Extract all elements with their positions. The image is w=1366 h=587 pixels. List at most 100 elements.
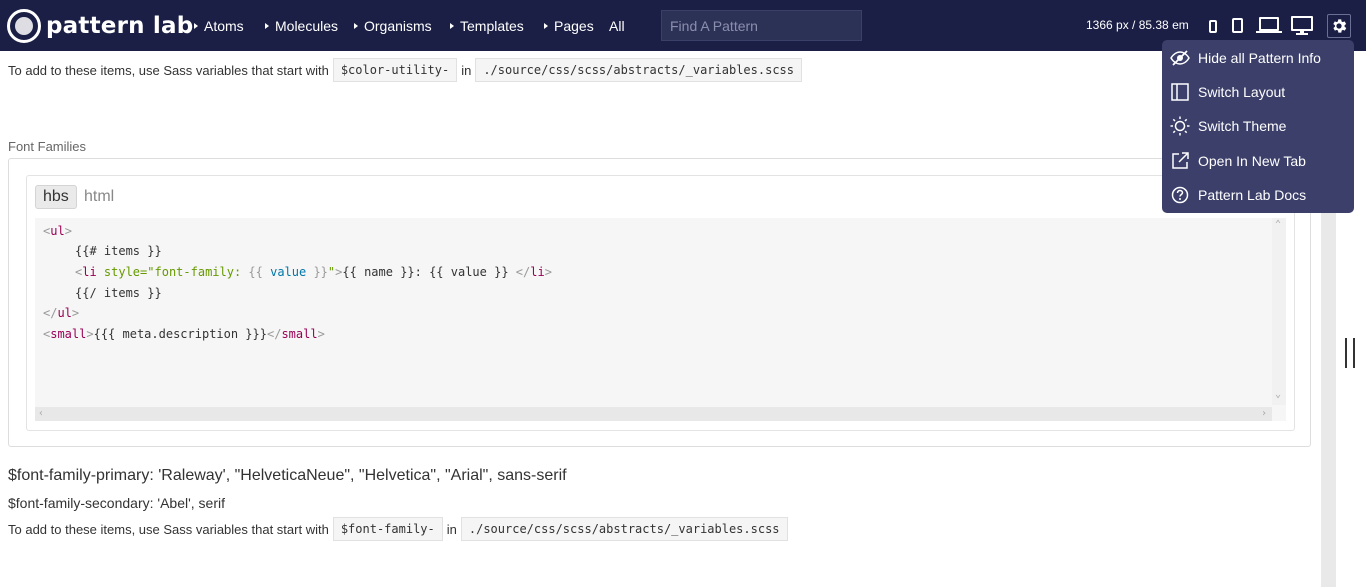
external-link-icon xyxy=(1170,151,1190,171)
help-icon xyxy=(1170,185,1190,205)
nav-all[interactable]: All xyxy=(609,18,625,34)
resize-handle-icon[interactable] xyxy=(1345,338,1357,368)
note-in: in xyxy=(461,62,472,78)
menu-item-open-new-tab[interactable]: Open In New Tab xyxy=(1170,150,1306,172)
nav-organisms[interactable]: Organisms xyxy=(354,18,432,34)
code-token: > xyxy=(64,224,72,238)
nav-templates[interactable]: Templates xyxy=(450,18,524,34)
menu-item-label: Switch Theme xyxy=(1198,118,1287,134)
code-token: </ xyxy=(43,306,58,320)
menu-item-switch-layout[interactable]: Switch Layout xyxy=(1170,81,1285,103)
font-family-secondary: $font-family-secondary: 'Abel', serif xyxy=(8,495,225,511)
monitor-foot xyxy=(1296,33,1308,35)
code-line: {{# items }} xyxy=(75,243,162,259)
code-token: > xyxy=(71,306,80,320)
settings-dropdown: Hide all Pattern Info Switch Layout Swit… xyxy=(1162,40,1354,213)
nav-molecules[interactable]: Molecules xyxy=(265,18,338,34)
nav-pages[interactable]: Pages xyxy=(544,18,594,34)
code-token: small xyxy=(281,327,318,341)
nav-label: Organisms xyxy=(364,18,432,34)
code-token: {{{ meta.description }}} xyxy=(93,327,267,341)
menu-item-label: Hide all Pattern Info xyxy=(1198,50,1321,66)
code-token: }} xyxy=(306,265,328,279)
eye-slash-icon xyxy=(1170,48,1190,68)
logo-text: pattern lab xyxy=(46,13,194,39)
monitor-icon[interactable] xyxy=(1291,16,1313,31)
nav-label: Molecules xyxy=(275,18,339,34)
horizontal-scrollbar[interactable]: ‹ › xyxy=(35,407,1272,421)
scroll-right-icon[interactable]: › xyxy=(1261,409,1267,419)
tab-hbs[interactable]: hbs xyxy=(35,185,77,209)
code-token: > xyxy=(317,327,325,341)
caret-right-icon xyxy=(544,23,548,29)
pattern-lab-logo[interactable]: pattern lab xyxy=(7,9,193,43)
font-family-primary: $font-family-primary: 'Raleway', "Helvet… xyxy=(8,467,567,484)
code-token: "font-family: xyxy=(147,265,249,279)
pattern-code-panel: hbs html <ul> {{# items }} <li style="fo… xyxy=(8,158,1311,447)
code-line: </ul> xyxy=(43,305,79,321)
nav-label: Atoms xyxy=(204,18,244,34)
menu-item-switch-theme[interactable]: Switch Theme xyxy=(1170,115,1286,137)
sass-path-code: ./source/css/scss/abstracts/_variables.s… xyxy=(460,517,788,541)
caret-right-icon xyxy=(194,23,198,29)
menu-item-hide-pattern-info[interactable]: Hide all Pattern Info xyxy=(1170,47,1321,69)
note-in: in xyxy=(446,521,457,537)
phone-small-icon[interactable] xyxy=(1209,20,1217,33)
font-family-note: To add to these items, use Sass variable… xyxy=(8,517,792,541)
sass-variable-code: $color-utility- xyxy=(332,58,458,82)
code-token: style= xyxy=(96,265,148,279)
vertical-scrollbar[interactable]: ⌃ ⌄ xyxy=(1272,218,1286,405)
code-token: ul xyxy=(57,306,72,320)
code-line: <li style="font-family: {{ value }}">{{ … xyxy=(75,264,552,280)
menu-item-pattern-lab-docs[interactable]: Pattern Lab Docs xyxy=(1170,184,1306,206)
logo-circle-icon xyxy=(7,9,41,43)
gear-icon xyxy=(1333,19,1347,33)
nav-atoms[interactable]: Atoms xyxy=(194,18,244,34)
code-token: ul xyxy=(50,224,65,238)
tab-html[interactable]: html xyxy=(84,185,114,209)
code-viewer: hbs html <ul> {{# items }} <li style="fo… xyxy=(26,175,1295,431)
code-token: small xyxy=(50,327,87,341)
viewport-size-readout[interactable]: 1366 px / 85.38 em xyxy=(1086,18,1189,32)
settings-button[interactable] xyxy=(1327,14,1351,38)
caret-right-icon xyxy=(265,23,269,29)
menu-item-label: Pattern Lab Docs xyxy=(1198,187,1307,203)
color-utility-note: To add to these items, use Sass variable… xyxy=(8,58,806,82)
caret-right-icon xyxy=(450,23,454,29)
nav-label: Templates xyxy=(460,18,524,34)
code-token: {{# items }} xyxy=(75,244,162,258)
scroll-left-icon[interactable]: ‹ xyxy=(38,409,44,419)
search-input[interactable] xyxy=(661,10,862,41)
code-token: {{ name }}: {{ value }} xyxy=(342,265,516,279)
code-line: {{/ items }} xyxy=(75,285,162,301)
code-token: {{ xyxy=(248,265,271,279)
phone-large-icon[interactable] xyxy=(1232,18,1243,33)
code-block[interactable]: <ul> {{# items }} <li style="font-family… xyxy=(35,218,1286,421)
font-families-heading: Font Families xyxy=(8,139,87,154)
code-token: value xyxy=(270,265,307,279)
code-token: > xyxy=(86,327,94,341)
sass-variable-code: $font-family- xyxy=(332,517,443,541)
nav-label: Pages xyxy=(554,18,594,34)
laptop-base xyxy=(1256,31,1282,33)
nav-label: All xyxy=(609,18,625,34)
code-token: </ xyxy=(266,327,282,341)
menu-item-label: Switch Layout xyxy=(1198,84,1286,100)
caret-right-icon xyxy=(354,23,358,29)
code-token: {{/ items }} xyxy=(75,286,162,300)
code-token: li xyxy=(82,265,97,279)
sass-path-code: ./source/css/scss/abstracts/_variables.s… xyxy=(475,58,802,82)
menu-item-label: Open In New Tab xyxy=(1198,153,1306,169)
code-line: <ul> xyxy=(43,223,72,239)
code-token: li xyxy=(530,265,545,279)
note-text: To add to these items, use Sass variable… xyxy=(8,62,329,78)
sun-icon xyxy=(1170,116,1190,136)
code-token: > xyxy=(544,265,552,279)
note-text: To add to these items, use Sass variable… xyxy=(8,521,329,537)
laptop-icon[interactable] xyxy=(1259,17,1279,31)
scroll-up-icon[interactable]: ⌃ xyxy=(1275,220,1281,230)
code-token: </ xyxy=(515,265,531,279)
layout-icon xyxy=(1170,82,1190,102)
code-line: <small>{{{ meta.description }}}</small> xyxy=(43,326,325,342)
scroll-down-icon[interactable]: ⌄ xyxy=(1275,390,1281,400)
